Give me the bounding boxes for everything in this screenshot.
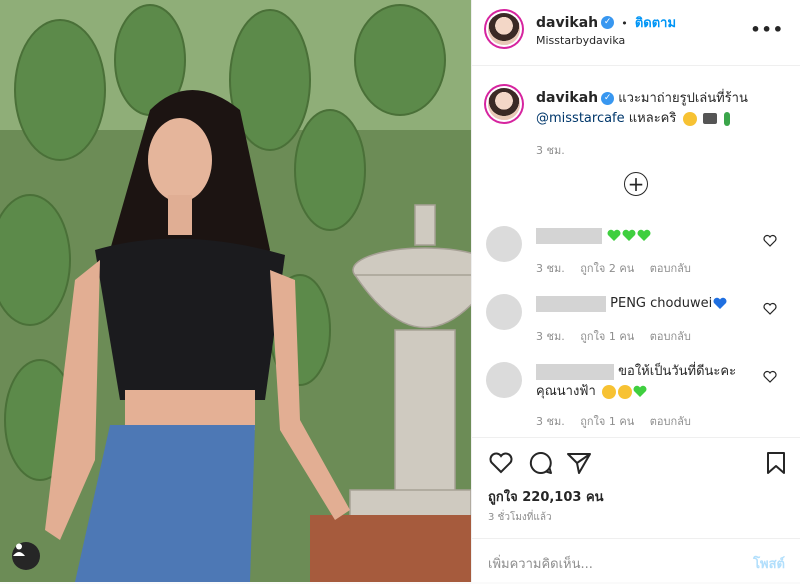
comment-body: PENG choduwei — [536, 294, 756, 314]
comment-icon[interactable] — [528, 450, 554, 476]
commenter-username-redacted[interactable] — [536, 227, 602, 244]
comment-text: PENG choduwei — [610, 296, 713, 311]
commenter-username-redacted[interactable] — [536, 295, 606, 312]
comment-like-heart-icon[interactable] — [763, 370, 777, 384]
comment-time: 3 ชม. — [536, 330, 565, 343]
green-heart-emoji — [633, 385, 647, 397]
comment-like-heart-icon[interactable] — [763, 302, 777, 316]
post-location[interactable]: Misstarbydavika — [536, 34, 625, 47]
caption-mention-link[interactable]: @misstarcafe — [536, 111, 625, 126]
commenter-username-redacted[interactable] — [536, 363, 614, 380]
reply-button[interactable]: ตอบกลับ — [650, 262, 691, 275]
bookmark-icon[interactable] — [763, 450, 789, 476]
heart-icon[interactable] — [488, 450, 514, 476]
comment-likes[interactable]: ถูกใจ 1 คน — [580, 330, 634, 343]
post-comment-button[interactable]: โพสต์ — [753, 553, 785, 574]
comment-meta: 3 ชม. ถูกใจ 1 คน ตอบกลับ — [536, 412, 703, 430]
author-line: davikah ✓ • ติดตาม — [536, 12, 676, 33]
post-side-panel: davikah ✓ • ติดตาม Misstarbydavika ••• da… — [471, 0, 800, 582]
green-heart-emoji — [607, 229, 621, 241]
comment-meta: 3 ชม. ถูกใจ 2 คน ตอบกลับ — [536, 259, 703, 277]
caption: davikah ✓ แวะมาถ่ายรูปเล่นที่ร้าน @missta… — [536, 88, 796, 161]
smiling-face-hearts-emoji — [682, 111, 697, 126]
comment-time: 3 ชม. — [536, 415, 565, 428]
comment-meta: 3 ชม. ถูกใจ 1 คน ตอบกลับ — [536, 327, 703, 345]
comment-item: PENG choduwei 3 ชม. ถูกใจ 1 คน ตอบกลับ — [486, 294, 791, 354]
commenter-avatar[interactable] — [486, 226, 522, 262]
reply-button[interactable]: ตอบกลับ — [650, 415, 691, 428]
add-circle-icon[interactable]: + — [624, 172, 648, 196]
caption-author-avatar[interactable] — [488, 88, 520, 120]
verified-badge-icon: ✓ — [601, 16, 615, 29]
add-comment-input[interactable]: เพิ่มความคิดเห็น... — [488, 553, 593, 574]
caption-suffix: แหละคริ — [628, 111, 677, 126]
posted-time: 3 ชั่วโมงที่แล้ว — [488, 512, 552, 523]
cactus-emoji — [723, 111, 730, 126]
photo-illustration — [0, 0, 471, 582]
commenter-avatar[interactable] — [486, 362, 522, 398]
comment-likes[interactable]: ถูกใจ 1 คน — [580, 415, 634, 428]
reply-button[interactable]: ตอบกลับ — [650, 330, 691, 343]
smiling-face-emoji — [601, 384, 616, 399]
comment-like-heart-icon[interactable] — [763, 234, 777, 248]
comment-likes[interactable]: ถูกใจ 2 คน — [580, 262, 634, 275]
author-avatar[interactable] — [488, 13, 520, 45]
green-heart-emoji — [622, 229, 636, 241]
verified-badge-icon: ✓ — [601, 92, 615, 105]
comment-item: 3 ชม. ถูกใจ 2 คน ตอบกลับ — [486, 226, 791, 286]
caption-text: แวะมาถ่ายรูปเล่นที่ร้าน — [618, 91, 748, 106]
comment-body — [536, 226, 756, 246]
commenter-avatar[interactable] — [486, 294, 522, 330]
share-icon[interactable] — [566, 450, 592, 476]
comment-time: 3 ชม. — [536, 262, 565, 275]
user-tag-icon[interactable] — [12, 542, 40, 570]
comment-item: ขอให้เป็นวันที่ดีนะคะ คุณนางฟ้า 3 ชม. ถู… — [486, 362, 791, 432]
post-header: davikah ✓ • ติดตาม Misstarbydavika ••• — [472, 0, 800, 66]
add-comment-bar: เพิ่มความคิดเห็น... โพสต์ — [472, 538, 800, 584]
camera-emoji — [702, 113, 717, 124]
more-options-icon[interactable]: ••• — [750, 20, 784, 39]
follow-button[interactable]: ติดตาม — [635, 16, 676, 31]
comment-body: ขอให้เป็นวันที่ดีนะคะ คุณนางฟ้า — [536, 362, 756, 402]
caption-author-username[interactable]: davikah — [536, 90, 598, 106]
green-heart-emoji — [637, 229, 651, 241]
blue-heart-emoji — [713, 297, 727, 309]
post-actions: ถูกใจ 220,103 คน 3 ชั่วโมงที่แล้ว เพิ่มค… — [472, 437, 800, 583]
caption-time: 3 ชม. — [536, 144, 565, 157]
separator-dot: • — [621, 17, 628, 30]
smiling-face-emoji — [617, 384, 632, 399]
likes-count[interactable]: ถูกใจ 220,103 คน — [488, 486, 604, 507]
author-username[interactable]: davikah — [536, 15, 598, 31]
post-photo[interactable] — [0, 0, 471, 582]
